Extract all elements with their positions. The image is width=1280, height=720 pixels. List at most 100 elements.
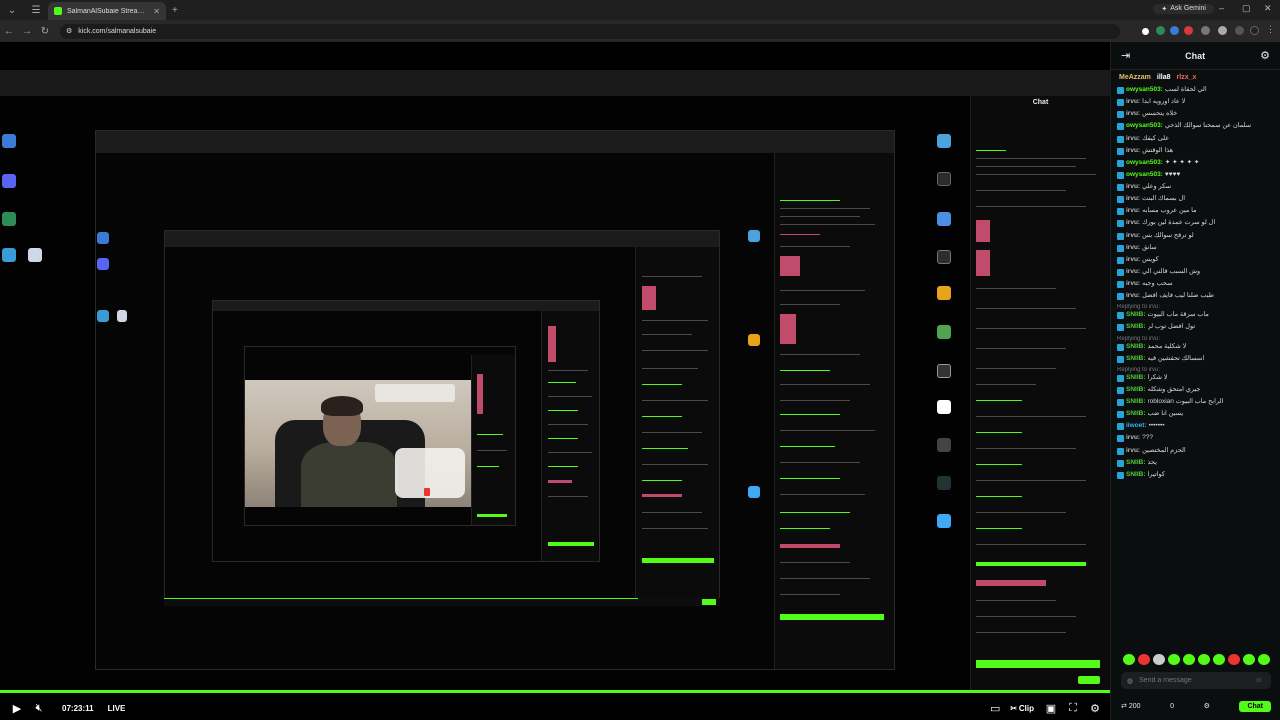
back-icon[interactable]: ← (0, 26, 18, 37)
extension-green-icon[interactable] (1156, 26, 1165, 35)
avatar[interactable] (1250, 26, 1259, 35)
chat-username[interactable]: irvu: (1126, 207, 1140, 215)
chat-username[interactable]: SNIIB: (1126, 343, 1146, 351)
pip-icon[interactable]: ▣ (1040, 696, 1062, 720)
chat-username[interactable]: irvu: (1126, 268, 1140, 276)
chat-username[interactable]: SNIIB: (1126, 410, 1146, 418)
chat-username[interactable]: SNIIB: (1126, 374, 1146, 382)
new-tab-icon[interactable]: + (172, 5, 178, 16)
live-badge[interactable]: LIVE (108, 704, 126, 713)
theater-icon[interactable]: ▭ (984, 696, 1006, 720)
chat-username[interactable]: irvu: (1126, 434, 1140, 442)
downloads-icon[interactable] (1218, 26, 1227, 35)
chat-message: irvu: طيب صلنا ليب فايف افضل (1117, 292, 1275, 301)
file-icon (28, 248, 42, 262)
chat-username[interactable]: irvu: (1126, 195, 1140, 203)
chat-username[interactable]: irvu: (1126, 110, 1140, 118)
emote-icon[interactable] (1243, 654, 1255, 665)
chat-username[interactable]: irvu: (1126, 280, 1140, 288)
emote-icon[interactable] (1228, 654, 1240, 665)
chat-settings-icon[interactable]: ⚙ (1260, 49, 1270, 62)
chat-username[interactable]: irvu: (1126, 292, 1140, 300)
chat-username[interactable]: SNIIB: (1126, 471, 1146, 479)
air-conditioner (375, 384, 455, 402)
sub-badge-icon (1117, 196, 1124, 204)
ask-gemini-button[interactable]: ✦ Ask Gemini (1153, 4, 1214, 14)
chat-message-text: يسين انا ضب (1147, 410, 1184, 418)
maximize-icon[interactable]: ▢ (1242, 3, 1251, 14)
desktop-app-icon (937, 250, 951, 264)
chat-username[interactable]: SNIIB: (1126, 398, 1146, 406)
menu-icon[interactable]: ⋮ (1266, 24, 1275, 34)
chat-username[interactable]: SNIIB: (1126, 355, 1146, 363)
chat-message-text: سانق (1142, 243, 1157, 251)
chat-username[interactable]: owysan503: (1126, 171, 1163, 179)
fullscreen-icon[interactable]: ⛶ (1062, 696, 1084, 720)
bookmark-star-icon[interactable] (1142, 28, 1149, 35)
chat-message: irvu: على كيفك (1117, 135, 1275, 143)
chat-username[interactable]: irvu: (1126, 98, 1140, 106)
chat-username[interactable]: SNIIB: (1126, 311, 1146, 319)
chat-username[interactable]: irvu: (1126, 447, 1140, 455)
chat-username[interactable]: SNIIB: (1126, 459, 1146, 467)
close-window-icon[interactable]: ✕ (1264, 3, 1272, 14)
clip-button[interactable]: ✂ Clip (1010, 704, 1034, 713)
pinned-user[interactable]: MeAzzam (1119, 74, 1151, 81)
chat-input-box[interactable]: ◍ ☺ (1121, 672, 1271, 689)
emote-icon[interactable] (1258, 654, 1270, 665)
emoji-icon[interactable]: ☺ (1255, 677, 1262, 684)
emote-icon[interactable] (1123, 654, 1135, 665)
chat-messages[interactable]: owysan503: الي لحقاة لسب irvu: لا عاد اوروي… (1111, 86, 1280, 652)
site-info-icon[interactable]: ⚙ (66, 27, 72, 35)
forward-icon[interactable]: → (18, 26, 36, 37)
emote-icon[interactable] (1138, 654, 1150, 665)
settings-icon[interactable]: ⚙ (1084, 696, 1106, 720)
chat-username[interactable]: irvu: (1126, 183, 1140, 191)
address-bar[interactable]: ⚙ kick.com/salmanalsubaie (60, 23, 1120, 39)
chat-username[interactable]: irvu: (1126, 147, 1140, 155)
emote-icon[interactable] (1183, 654, 1195, 665)
emote-icon[interactable] (1213, 654, 1225, 665)
chat-footer-settings-icon[interactable]: ⚙ (1204, 702, 1210, 710)
tab-stream[interactable]: SalmanAlSubaie Stream - Wa ✕ (48, 2, 166, 20)
profile-icon[interactable] (1235, 26, 1244, 35)
chat-input[interactable] (1139, 677, 1250, 684)
mute-icon[interactable]: 🔇︎ (28, 696, 50, 720)
tab-list-icon[interactable]: ☰ (24, 0, 48, 20)
chat-message: SNIIB: robloxian الرابح ماب البيوت (1117, 398, 1275, 406)
extension-puzzle-icon[interactable] (1201, 26, 1210, 35)
chat-username[interactable]: owysan503: (1126, 86, 1163, 94)
emote-icon[interactable] (1198, 654, 1210, 665)
emote-icon[interactable] (1168, 654, 1180, 665)
collapse-chat-icon[interactable]: ⇥ (1121, 49, 1130, 62)
extension-blue-icon[interactable] (1170, 26, 1179, 35)
chat-message: irvu: ما مين عروب مسابه (1117, 207, 1275, 216)
play-icon[interactable]: ▶ (6, 696, 28, 720)
chat-username[interactable]: irvu: (1126, 256, 1140, 264)
chat-send-button[interactable]: Chat (1239, 700, 1271, 712)
emote-icon[interactable] (1153, 654, 1165, 665)
pinned-user[interactable]: rlzx_x (1177, 74, 1197, 81)
extension-red-icon[interactable] (1184, 26, 1193, 35)
close-tab-icon[interactable]: ✕ (153, 7, 160, 16)
chat-username[interactable]: iiwoet: (1126, 422, 1147, 430)
sub-badge-icon (1117, 184, 1124, 191)
pinned-user[interactable]: illa8 (1157, 74, 1171, 81)
tab-search-icon[interactable]: ⌄ (0, 0, 24, 20)
chat-username[interactable]: SNIIB: (1126, 323, 1146, 331)
chat-username[interactable]: owysan503: (1126, 122, 1163, 130)
sub-badge-icon (1117, 411, 1124, 419)
chat-username[interactable]: irvu: (1126, 244, 1140, 252)
chat-username[interactable]: owysan503: (1126, 159, 1163, 167)
streamer-body (301, 442, 397, 507)
chat-username[interactable]: irvu: (1126, 232, 1140, 240)
progress-bar[interactable] (0, 690, 1110, 693)
reload-icon[interactable]: ↻ (36, 26, 54, 37)
nested-toolbar-4 (213, 301, 599, 311)
chat-username[interactable]: irvu: (1126, 135, 1140, 143)
stream-video[interactable]: Chat (0, 42, 1110, 690)
nested-chat-lines-2 (776, 194, 886, 634)
chat-username[interactable]: irvu: (1126, 219, 1140, 227)
chat-username[interactable]: SNIIB: (1126, 386, 1146, 394)
minimize-icon[interactable]: – (1219, 3, 1224, 13)
